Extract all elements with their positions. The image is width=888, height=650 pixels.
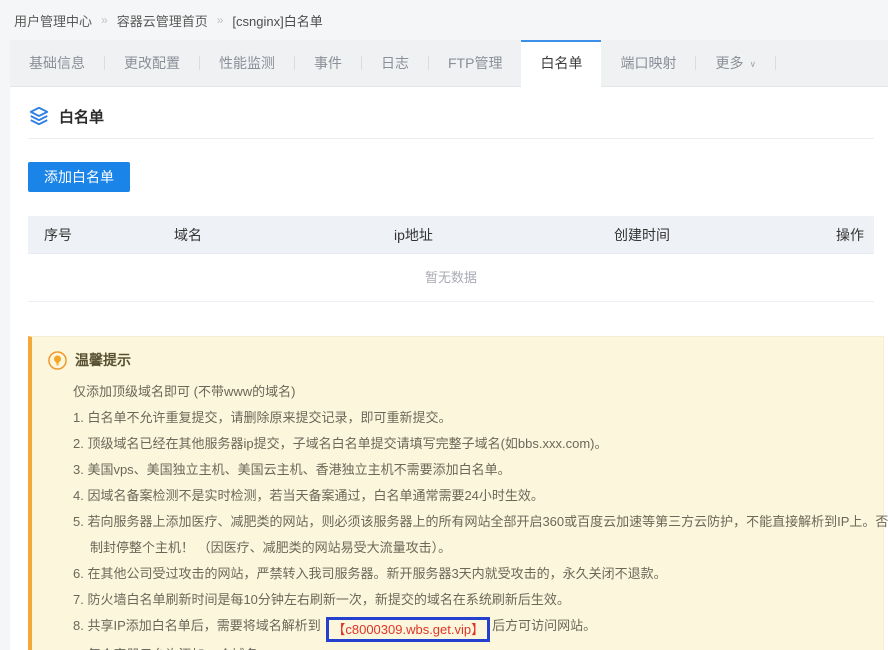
tab-change-config[interactable]: 更改配置 (105, 40, 199, 86)
content-panel: 基础信息更改配置性能监测事件日志FTP管理白名单端口映射更多∨ 白名单 添加白名… (10, 40, 888, 650)
notice-tip: 7. 防火墙白名单刷新时间是每10分钟左右刷新一次，新提交的域名在系统刷新后生效… (73, 587, 873, 613)
divider (28, 138, 874, 139)
layers-icon (28, 105, 50, 127)
chevron-down-icon: ∨ (749, 59, 756, 69)
tab-performance-monitor[interactable]: 性能监测 (200, 40, 294, 86)
tab-label: 更改配置 (124, 55, 180, 71)
notice-intro: 仅添加顶级域名即可 (不带www的域名) (73, 379, 873, 405)
notice-tip: 1. 白名单不允许重复提交，请删除原来提交记录，即可重新提交。 (73, 405, 873, 431)
tab-label: 日志 (381, 55, 409, 71)
notice-tip: 6. 在其他公司受过攻击的网站，严禁转入我司服务器。新开服务器3天内就受攻击的，… (73, 561, 873, 587)
notice-header: 温馨提示 (48, 350, 873, 370)
tab-label: 性能监测 (219, 55, 275, 71)
notice-tip: 8. 共享IP添加白名单后，需要将域名解析到 【c8000309.wbs.get… (73, 613, 873, 642)
tab-ftp-management[interactable]: FTP管理 (429, 40, 521, 86)
tab-label: 白名单 (540, 55, 582, 71)
notice-tip: 9. 每个容器云允许添加60个域名 (73, 642, 873, 650)
notice-title: 温馨提示 (75, 350, 131, 370)
breadcrumb-link[interactable]: 容器云管理首页 (117, 11, 208, 30)
breadcrumb-separator-icon: » (217, 13, 224, 27)
breadcrumb: 用户管理中心 » 容器云管理首页 » [csnginx]白名单 (0, 0, 888, 40)
highlighted-domain: 【c8000309.wbs.get.vip】 (326, 617, 490, 642)
tab-basic-info[interactable]: 基础信息 (10, 40, 104, 86)
table-empty-state: 暂无数据 (28, 254, 874, 302)
section-header: 白名单 (28, 87, 888, 129)
tip-text: 8. 共享IP添加白名单后，需要将域名解析到 (73, 618, 324, 633)
tab-separator (775, 56, 776, 70)
notice-tip: 制封停整个主机！ （因医疗、减肥类的网站易受大流量攻击）。 (73, 535, 873, 561)
whitelist-table: 序号域名ip地址创建时间操作 暂无数据 (28, 216, 874, 302)
tab-more[interactable]: 更多 ∨ (696, 40, 775, 86)
tab-whitelist[interactable]: 白名单 (521, 40, 601, 87)
notice-tip: 4. 因域名备案检测不是实时检测，若当天备案通过，白名单通常需要24小时生效。 (73, 483, 873, 509)
tip-text: 后方可访问网站。 (492, 618, 596, 633)
breadcrumb-separator-icon: » (101, 13, 108, 27)
tab-bar: 基础信息 更改配置 性能监测 事件 日志 FTP管理 白名单 端口映射 更多 ∨ (10, 40, 888, 87)
notice-tip: 2. 顶级域名已经在其他服务器ip提交，子域名白名单提交请填写完整子域名(如bb… (73, 431, 873, 457)
column-header: 序号 (28, 225, 158, 245)
column-header: 域名 (158, 225, 378, 245)
tab-label: 事件 (314, 55, 342, 71)
tab-logs[interactable]: 日志 (362, 40, 428, 86)
column-header: ip地址 (378, 225, 598, 245)
notice-box: 温馨提示 仅添加顶级域名即可 (不带www的域名) 1. 白名单不允许重复提交，… (28, 336, 884, 650)
page: 用户管理中心 » 容器云管理首页 » [csnginx]白名单 基础信息 更改配置 性能监测… (0, 0, 888, 650)
table-header-row: 序号域名ip地址创建时间操作 (28, 216, 874, 254)
page-title: 白名单 (59, 106, 104, 127)
tab-label: FTP管理 (448, 55, 502, 71)
notice-tip: 3. 美国vps、美国独立主机、美国云主机、香港独立主机不需要添加白名单。 (73, 457, 873, 483)
lightbulb-icon (48, 351, 67, 370)
notice-tips: 仅添加顶级域名即可 (不带www的域名) 1. 白名单不允许重复提交，请删除原来… (48, 370, 873, 650)
column-header: 创建时间 (598, 225, 818, 245)
add-whitelist-button[interactable]: 添加白名单 (28, 162, 130, 192)
column-header: 操作 (818, 225, 874, 245)
breadcrumb-link[interactable]: 用户管理中心 (14, 11, 92, 30)
tab-label: 更多 (715, 55, 743, 71)
whitelist-content: 白名单 添加白名单 序号域名ip地址创建时间操作 暂无数据 (10, 87, 888, 650)
tab-label: 基础信息 (29, 55, 85, 71)
breadcrumb-current: [csnginx]白名单 (232, 11, 322, 30)
tab-label: 端口映射 (620, 55, 676, 71)
tab-port-mapping[interactable]: 端口映射 (601, 40, 695, 86)
notice-tip: 5. 若向服务器上添加医疗、减肥类的网站，则必须该服务器上的所有网站全部开启36… (73, 509, 873, 535)
tab-events[interactable]: 事件 (295, 40, 361, 86)
